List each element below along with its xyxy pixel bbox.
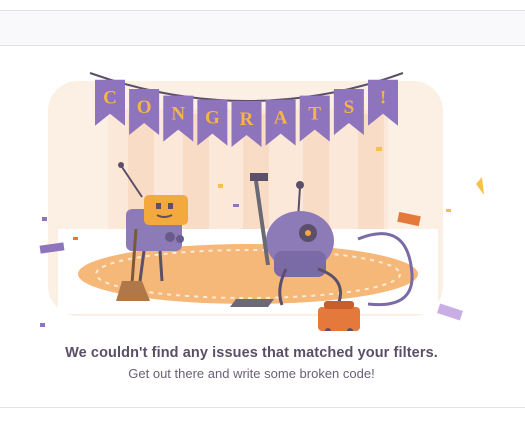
banner-letter: A: [274, 108, 288, 129]
banner-letter: R: [240, 109, 254, 130]
banner-letter: O: [137, 97, 152, 118]
congrats-robots-illustration: C O N G R A T S!: [18, 69, 488, 331]
empty-state: C O N G R A T S! We couldn't find any is…: [0, 47, 525, 407]
empty-state-title: We couldn't find any issues that matched…: [65, 345, 438, 361]
divider: [0, 407, 525, 408]
empty-state-subtitle: Get out there and write some broken code…: [128, 366, 375, 381]
banner-letter: C: [103, 88, 117, 109]
banner-letter: N: [171, 104, 185, 125]
banner-letter: S: [344, 97, 355, 118]
banner-letter: !: [380, 88, 386, 109]
banner-letter: T: [308, 104, 321, 125]
issues-list-header: [0, 10, 525, 46]
banner-letter: G: [205, 108, 220, 129]
